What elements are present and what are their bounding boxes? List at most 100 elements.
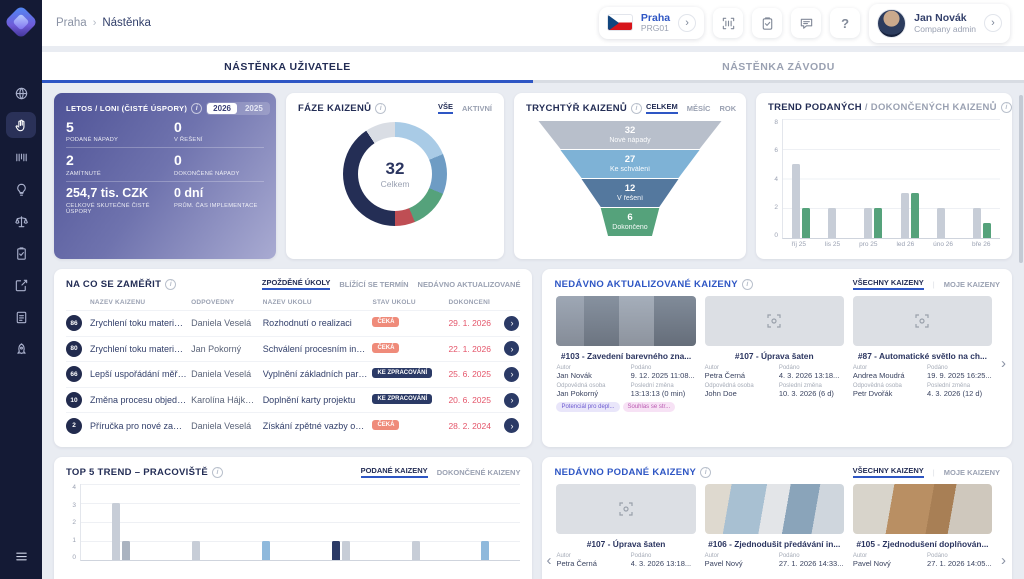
tab-submitted-kaizens[interactable]: PODANÉ KAIZENY: [361, 466, 428, 478]
status-badge: ČEKÁ: [372, 343, 399, 353]
kaizen-card[interactable]: #105 - Zjednodušení doplňován... AutorPa…: [853, 484, 992, 579]
info-icon[interactable]: i: [191, 103, 202, 114]
scrollbar[interactable]: [1019, 95, 1023, 263]
info-icon[interactable]: i: [1001, 102, 1012, 113]
sidebar-item-ideas[interactable]: [6, 176, 36, 202]
carousel-next-icon[interactable]: ›: [1001, 356, 1006, 371]
tab-user-board[interactable]: NÁSTĚNKA UŽIVATELE: [42, 52, 533, 83]
tab-delayed-tasks[interactable]: ZPOŽDĚNÉ ÚKOLY: [262, 278, 330, 290]
kaizen-changed: 4. 3. 2026 (12 d): [927, 389, 992, 398]
info-icon[interactable]: i: [375, 103, 386, 114]
scan-button[interactable]: [713, 8, 743, 38]
sidebar-item-documents[interactable]: [6, 304, 36, 330]
open-row-button[interactable]: ›: [504, 341, 519, 356]
tab-all-kaizens[interactable]: VŠECHNY KAIZENY: [853, 278, 924, 290]
sidebar-item-export[interactable]: [6, 272, 36, 298]
tab-recently-updated[interactable]: NEDÁVNO AKTUALIZOVANÉ: [418, 280, 521, 289]
focus-title: NA CO SE ZAMĚŘIT: [66, 279, 161, 290]
tab-completed-kaizens[interactable]: DOKONČENÉ KAIZENY: [437, 468, 521, 477]
filter-active[interactable]: AKTIVNÍ: [462, 104, 492, 113]
year-2025-button[interactable]: 2025: [239, 103, 269, 114]
donut-total: 32: [386, 159, 405, 179]
bar: [481, 541, 489, 560]
feedback-button[interactable]: [791, 8, 821, 38]
open-row-button[interactable]: ›: [504, 316, 519, 331]
hand-icon: [14, 118, 29, 133]
savings-card: LETOS / LONI (ČISTÉ ÚSPORY) i 2026 2025 …: [54, 93, 276, 259]
sidebar-item-barcode[interactable]: [6, 144, 36, 170]
carousel-prev-icon[interactable]: ‹: [546, 553, 551, 568]
open-row-button[interactable]: ›: [504, 393, 519, 408]
table-row[interactable]: 86 Zrychlení toku materiálu ... Daniela …: [66, 310, 520, 336]
breadcrumb: Praha › Nástěnka: [56, 17, 151, 29]
top5-card: TOP 5 TREND – PRACOVIŠTĚ i PODANÉ KAIZEN…: [54, 457, 532, 579]
table-row[interactable]: 10 Změna procesu objednává... Karolína H…: [66, 387, 520, 413]
year-2026-button[interactable]: 2026: [207, 103, 237, 114]
bar: [937, 208, 945, 238]
breadcrumb-separator-icon: ›: [93, 17, 97, 29]
kaizen-card[interactable]: #87 - Automatické světlo na ch... AutorA…: [853, 296, 992, 438]
kaizen-card[interactable]: #106 - Zjednodušit předávání in... Autor…: [705, 484, 844, 579]
filter-year[interactable]: ROK: [719, 104, 736, 113]
barcode-icon: [14, 150, 29, 165]
plant-selector[interactable]: Praha PRG01 ›: [599, 7, 704, 39]
info-icon[interactable]: i: [165, 279, 176, 290]
kaizen-id-badge: 2: [66, 418, 82, 434]
bar: [973, 208, 981, 238]
chevron-right-icon[interactable]: ›: [984, 14, 1002, 32]
kaizen-owner: Jan Pokorný: [556, 389, 624, 398]
kaizen-author: Pavel Nový: [853, 559, 921, 568]
info-icon[interactable]: i: [212, 467, 223, 478]
sidebar-item-evaluation[interactable]: [6, 208, 36, 234]
header-actions: Praha PRG01 › ? Jan Novák Company admin …: [599, 4, 1010, 43]
kaizen-photo: [853, 484, 992, 534]
tab-plant-board[interactable]: NÁSTĚNKA ZÁVODU: [533, 52, 1024, 83]
stat-label: CELKOVÉ SKUTEČNÉ ČISTÉ ÚSPORY: [66, 203, 166, 215]
user-menu[interactable]: Jan Novák Company admin ›: [869, 4, 1010, 43]
sidebar-item-tasks[interactable]: [6, 240, 36, 266]
year-toggle: 2026 2025: [206, 102, 270, 115]
sidebar-item-globe[interactable]: [6, 80, 36, 106]
info-icon[interactable]: i: [631, 103, 642, 114]
table-row[interactable]: 66 Lepší uspořádání měřicích ... Daniela…: [66, 361, 520, 387]
sidebar-item-kaizen[interactable]: [6, 112, 36, 138]
due-date: 20. 6. 2025: [448, 395, 500, 405]
kaizen-submitted: 19. 9. 2025 16:25...: [927, 371, 992, 380]
carousel-next-icon[interactable]: ›: [1001, 553, 1006, 568]
bar: [792, 164, 800, 238]
open-row-button[interactable]: ›: [504, 367, 519, 382]
tab-all-kaizens[interactable]: VŠECHNY KAIZENY: [853, 466, 924, 478]
kaizen-carousel: #103 - Zavedení barevného zna... AutorJa…: [554, 296, 1000, 438]
kaizen-card[interactable]: #103 - Zavedení barevného zna... AutorJa…: [556, 296, 695, 438]
app-logo[interactable]: [4, 5, 38, 39]
breadcrumb-root[interactable]: Praha: [56, 17, 87, 29]
y-axis: 43210: [66, 484, 80, 561]
info-icon[interactable]: i: [700, 467, 711, 478]
kaizen-card[interactable]: #107 - Úprava šaten AutorPetra Černá Pod…: [556, 484, 695, 579]
sidebar-item-rocket[interactable]: [6, 336, 36, 362]
kaizen-owner: John Doe: [705, 389, 773, 398]
table-row[interactable]: 2 Příručka pro nové zaměstn... Daniela V…: [66, 412, 520, 438]
table-row[interactable]: 80 Zrychlení toku materiálu ... Jan Poko…: [66, 336, 520, 362]
filter-total[interactable]: CELKEM: [646, 102, 678, 114]
stat-label: PRŮM. ČAS IMPLEMENTACE: [174, 203, 264, 209]
kaizen-owner: Petr Dvořák: [853, 389, 921, 398]
menu-button[interactable]: [6, 543, 36, 569]
info-icon[interactable]: i: [742, 279, 753, 290]
user-role: Company admin: [914, 24, 976, 34]
kaizen-card[interactable]: #107 - Úprava šaten AutorPetra Černá Pod…: [705, 296, 844, 438]
bar: [911, 193, 919, 238]
filter-month[interactable]: MĚSÍC: [687, 104, 711, 113]
tab-my-kaizens[interactable]: MOJE KAIZENY: [944, 468, 1000, 477]
tab-upcoming-deadline[interactable]: BLÍŽÍCÍ SE TERMÍN: [339, 280, 408, 289]
filter-all[interactable]: VŠE: [438, 102, 453, 114]
help-button[interactable]: ?: [830, 8, 860, 38]
stat-value: 0: [174, 153, 264, 168]
kaizen-title: #106 - Zjednodušit předávání in...: [705, 539, 844, 549]
tasks-button[interactable]: [752, 8, 782, 38]
chevron-right-icon[interactable]: ›: [678, 14, 696, 32]
kaizen-carousel: ‹ #107 - Úprava šaten AutorPetra Černá P…: [554, 484, 1000, 579]
tab-my-kaizens[interactable]: MOJE KAIZENY: [944, 280, 1000, 289]
open-row-button[interactable]: ›: [504, 418, 519, 433]
breadcrumb-current: Nástěnka: [102, 17, 151, 29]
